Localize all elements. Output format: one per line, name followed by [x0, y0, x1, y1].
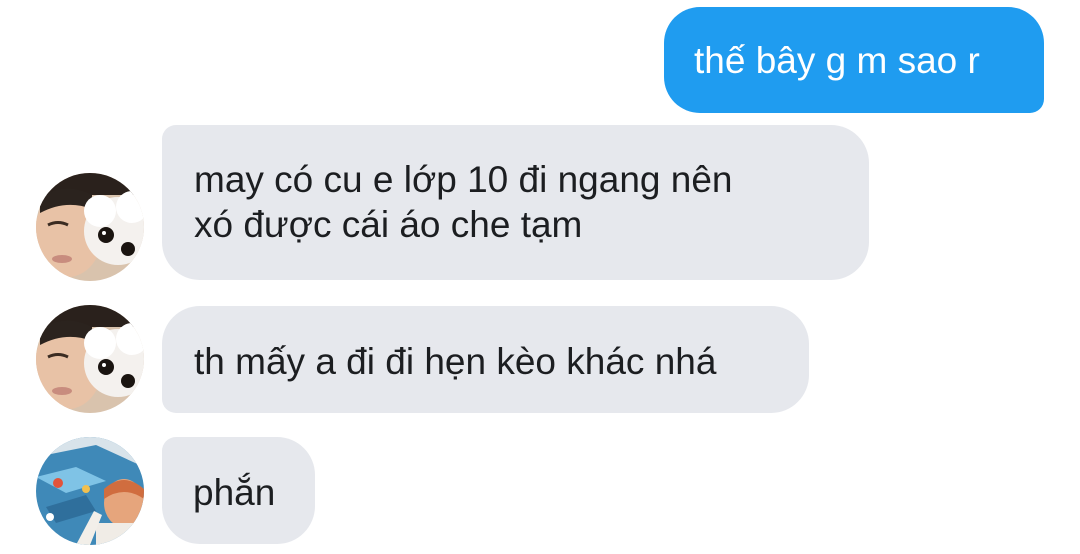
- face-with-dog-avatar[interactable]: [36, 305, 144, 413]
- message-text-line: th mấy a đi đi hẹn kèo khác nhá: [194, 341, 717, 382]
- message-text-line: xó được cái áo che tạm: [194, 204, 583, 245]
- message-text-line: phắn: [193, 472, 276, 513]
- face-with-dog-avatar[interactable]: [36, 173, 144, 281]
- message-thread: thế bây g m sao r may có cu e lớp 10 đi …: [0, 0, 1080, 554]
- outgoing-message-bubble[interactable]: thế bây g m sao r: [664, 7, 1044, 113]
- message-text-line: may có cu e lớp 10 đi ngang nên: [194, 159, 733, 200]
- person-by-pool-avatar[interactable]: [36, 437, 144, 545]
- message-text-line: thế bây g m sao r: [694, 40, 980, 81]
- incoming-message-bubble[interactable]: th mấy a đi đi hẹn kèo khác nhá: [162, 306, 809, 413]
- incoming-message-bubble[interactable]: may có cu e lớp 10 đi ngang nên xó được …: [162, 125, 869, 280]
- incoming-message-bubble[interactable]: phắn: [162, 437, 315, 544]
